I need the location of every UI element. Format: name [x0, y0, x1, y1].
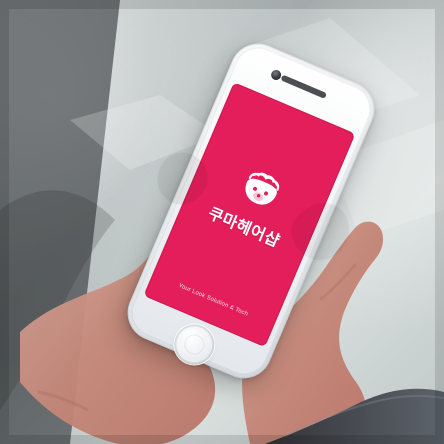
photo: 쿠마헤어샵 Your Look Solution & Tech	[0, 0, 444, 444]
bear-logo-icon	[245, 172, 280, 205]
